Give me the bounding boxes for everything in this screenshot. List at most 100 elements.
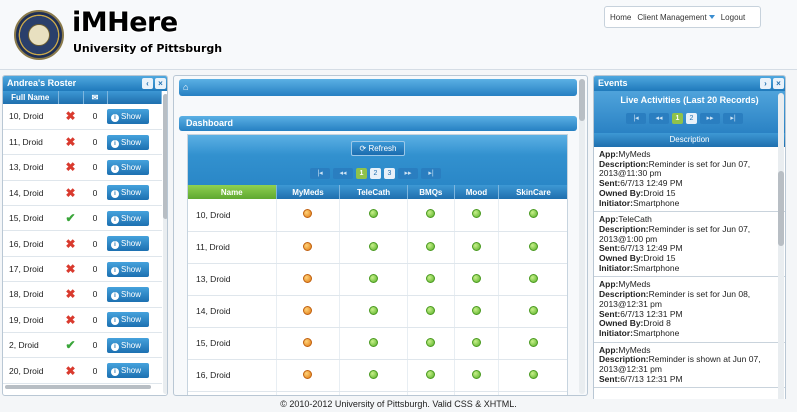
show-button[interactable]: i Show — [107, 337, 149, 353]
column-header-mymeds[interactable]: MyMeds — [276, 185, 341, 199]
dashboard-scrollbar-thumb[interactable] — [579, 79, 585, 121]
table-row[interactable]: 13, Droid — [188, 263, 567, 296]
collapse-right-icon[interactable]: › — [760, 78, 771, 89]
pager-last-button[interactable]: ▸| — [421, 168, 441, 179]
status-cell[interactable] — [407, 199, 456, 232]
table-row[interactable]: 15, Droid — [188, 327, 567, 360]
status-cell[interactable] — [407, 359, 456, 392]
events-pager-prev-button[interactable]: ◂◂ — [649, 113, 669, 124]
table-row[interactable]: 11, Droid — [188, 231, 567, 264]
roster-scrollbar[interactable] — [163, 94, 167, 394]
status-cell[interactable] — [276, 295, 341, 328]
events-pager-first-button[interactable]: |◂ — [626, 113, 646, 124]
status-cell[interactable] — [407, 231, 456, 264]
status-cell[interactable] — [498, 199, 567, 232]
status-cell[interactable] — [276, 359, 341, 392]
status-cell[interactable] — [339, 327, 408, 360]
status-cell[interactable] — [498, 295, 567, 328]
table-row[interactable]: 14, Droid — [188, 295, 567, 328]
column-header-mood[interactable]: Mood — [454, 185, 499, 199]
pager-page-2[interactable]: 2 — [370, 168, 381, 179]
status-cell[interactable] — [276, 263, 341, 296]
roster-horizontal-scrollbar[interactable] — [5, 385, 151, 389]
status-cell[interactable] — [498, 359, 567, 392]
status-cell[interactable] — [339, 199, 408, 232]
status-cell[interactable] — [407, 391, 456, 395]
events-pager-page-2[interactable]: 2 — [686, 113, 697, 124]
status-cell[interactable] — [454, 263, 499, 296]
show-button[interactable]: i Show — [107, 185, 149, 201]
status-cell[interactable] — [276, 231, 341, 264]
status-cell[interactable] — [407, 327, 456, 360]
status-cell[interactable] — [498, 263, 567, 296]
status-cell[interactable] — [276, 199, 341, 232]
pager-first-button[interactable]: |◂ — [310, 168, 330, 179]
events-pager-page-1[interactable]: 1 — [672, 113, 683, 124]
nav-logout-link[interactable]: Logout — [721, 13, 745, 22]
status-cell[interactable] — [498, 391, 567, 395]
status-cell[interactable] — [454, 359, 499, 392]
table-row[interactable]: 10, Droid — [188, 199, 567, 232]
status-cell[interactable] — [454, 391, 499, 395]
column-header-status[interactable] — [58, 91, 84, 104]
status-cell[interactable] — [339, 263, 408, 296]
close-icon[interactable]: × — [155, 78, 166, 89]
home-bar[interactable]: ⌂ — [179, 79, 577, 96]
pager-page-3[interactable]: 3 — [384, 168, 395, 179]
event-sent-value: 6/7/13 12:49 PM — [620, 178, 683, 189]
events-pager-next-button[interactable]: ▸▸ — [700, 113, 720, 124]
nav-home-link[interactable]: Home — [610, 13, 631, 22]
show-button[interactable]: i Show — [107, 134, 149, 150]
status-cell[interactable] — [498, 327, 567, 360]
roster-horizontal-scrollbar-thumb[interactable] — [5, 385, 151, 389]
pager-next-button[interactable]: ▸▸ — [398, 168, 418, 179]
status-cell[interactable] — [454, 231, 499, 264]
status-cell[interactable] — [339, 391, 408, 395]
pager-page-1[interactable]: 1 — [356, 168, 367, 179]
dashboard-client-name: 16, Droid — [188, 359, 277, 392]
collapse-left-icon[interactable]: ‹ — [142, 78, 153, 89]
status-cell[interactable] — [276, 327, 341, 360]
status-cell[interactable] — [339, 231, 408, 264]
events-scrollbar[interactable] — [778, 93, 784, 405]
dashboard-scrollbar[interactable] — [579, 79, 585, 394]
x-status-icon: ✖ — [58, 307, 83, 334]
status-cell[interactable] — [498, 231, 567, 264]
status-cell[interactable] — [454, 199, 499, 232]
status-cell[interactable] — [407, 295, 456, 328]
column-header-skincare[interactable]: SkinCare — [498, 185, 567, 199]
pager-prev-button[interactable]: ◂◂ — [333, 168, 353, 179]
show-button[interactable]: i Show — [107, 261, 149, 277]
roster-scrollbar-thumb[interactable] — [163, 94, 167, 219]
show-button[interactable]: i Show — [107, 159, 149, 175]
status-cell[interactable] — [339, 295, 408, 328]
status-cell[interactable] — [407, 263, 456, 296]
show-button[interactable]: i Show — [107, 210, 149, 226]
home-icon[interactable]: ⌂ — [183, 82, 188, 92]
x-status-icon: ✖ — [58, 180, 83, 207]
column-header-bmqs[interactable]: BMQs — [407, 185, 456, 199]
refresh-button[interactable]: ⟳ Refresh — [351, 141, 405, 156]
column-header-telecath[interactable]: TeleCath — [339, 185, 408, 199]
event-app-value: TeleCath — [618, 214, 652, 225]
status-cell[interactable] — [339, 359, 408, 392]
show-button[interactable]: i Show — [107, 363, 149, 379]
close-icon[interactable]: × — [773, 78, 784, 89]
column-header-name[interactable]: Name — [188, 185, 277, 199]
show-button[interactable]: i Show — [107, 312, 149, 328]
events-pager-last-button[interactable]: ▸| — [723, 113, 743, 124]
events-scrollbar-thumb[interactable] — [778, 171, 784, 246]
event-item: App:MyMeds Description:Reminder is shown … — [594, 343, 785, 389]
status-cell[interactable] — [454, 295, 499, 328]
column-header-actions — [107, 91, 162, 104]
column-header-full-name[interactable]: Full Name — [3, 91, 59, 104]
show-button[interactable]: i Show — [107, 108, 149, 124]
status-cell[interactable] — [454, 327, 499, 360]
status-cell[interactable] — [276, 391, 341, 395]
show-button[interactable]: i Show — [107, 236, 149, 252]
table-row[interactable] — [188, 391, 567, 395]
nav-client-management-menu[interactable]: Client Management — [637, 13, 715, 22]
table-row[interactable]: 16, Droid — [188, 359, 567, 392]
show-button[interactable]: i Show — [107, 286, 149, 302]
mail-icon[interactable]: ✉ — [83, 91, 108, 104]
